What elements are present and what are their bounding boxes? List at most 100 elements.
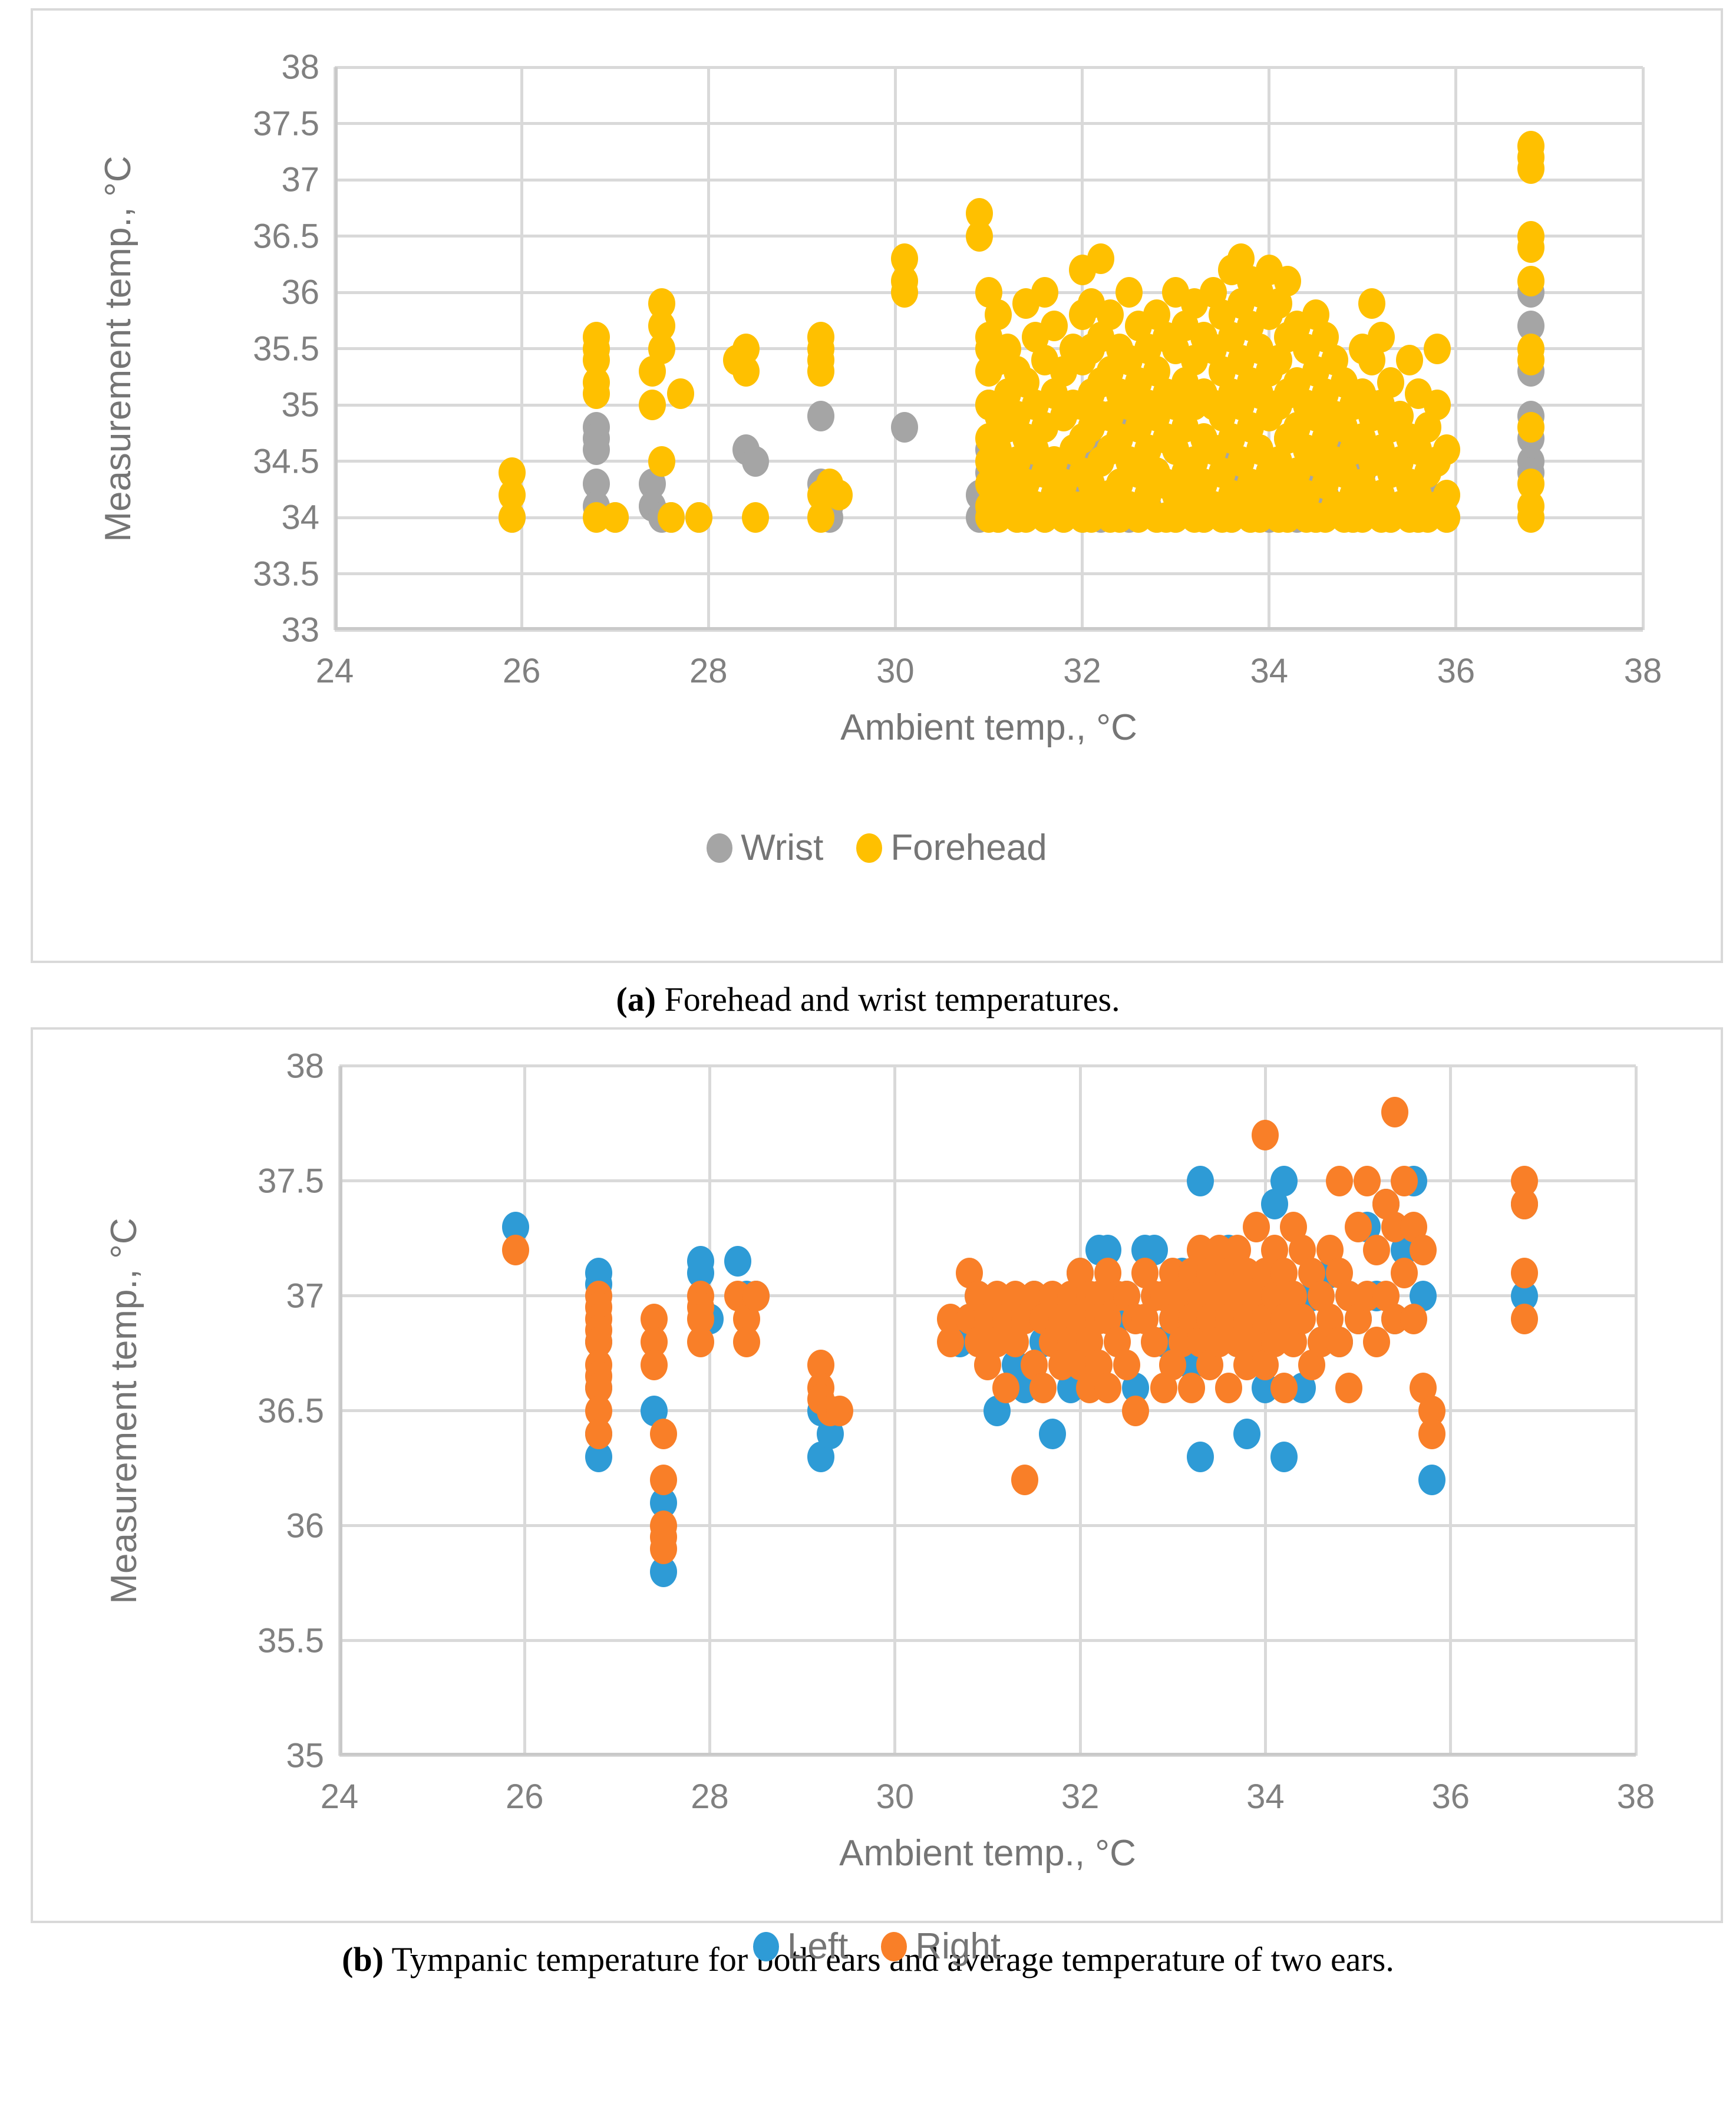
legend-label: Left bbox=[787, 1925, 849, 1967]
scatter-point bbox=[501, 1234, 529, 1265]
scatter-point bbox=[1031, 277, 1059, 308]
scatter-point bbox=[1517, 412, 1544, 443]
scatter-point bbox=[1391, 1257, 1418, 1288]
scatter-point bbox=[1433, 434, 1460, 466]
scatter-point bbox=[1511, 1188, 1539, 1219]
scatter-point bbox=[807, 401, 834, 432]
scatter-point bbox=[937, 1326, 965, 1357]
chart-panel-b: Measurement temp., °C 35 35.5 36 36.5 37 37.5… bbox=[31, 1027, 1723, 1964]
y-axis-tick-label: 33 bbox=[281, 611, 319, 649]
scatter-point bbox=[687, 1326, 714, 1357]
scatter-point bbox=[992, 1372, 1020, 1403]
scatter-point bbox=[966, 220, 994, 252]
scatter-point bbox=[1270, 1441, 1298, 1472]
scatter-point bbox=[733, 1326, 761, 1357]
x-axis-tick-label: 34 bbox=[1250, 652, 1288, 690]
legend-marker-icon bbox=[881, 1931, 907, 1961]
scatter-point bbox=[1511, 1303, 1539, 1334]
x-axis-label-b: Ambient temp., °C bbox=[839, 1832, 1136, 1874]
scatter-point bbox=[1395, 344, 1423, 375]
y-axis-tick-label: 36.5 bbox=[258, 1391, 324, 1430]
legend-marker-icon bbox=[856, 833, 883, 863]
scatter-point bbox=[1029, 1372, 1057, 1403]
legend-item-right[interactable]: Right bbox=[881, 1928, 1001, 1965]
scatter-point bbox=[1517, 502, 1544, 533]
y-axis-tick-label: 35.5 bbox=[258, 1621, 324, 1660]
scatter-point bbox=[639, 390, 666, 420]
scatter-point bbox=[657, 502, 685, 533]
scatter-point bbox=[1252, 1119, 1279, 1150]
legend-b: Left Right bbox=[33, 1928, 1721, 1965]
y-axis-tick-label: 37.5 bbox=[253, 104, 319, 143]
caption-a-label: (a) bbox=[616, 980, 656, 1018]
x-axis-tick-label: 38 bbox=[1616, 1777, 1655, 1816]
scatter-point bbox=[1517, 153, 1544, 184]
scatter-point bbox=[1113, 1349, 1140, 1380]
scatter-point bbox=[724, 1246, 751, 1277]
x-axis-tick-label: 28 bbox=[691, 1777, 729, 1816]
scatter-point bbox=[1011, 1464, 1038, 1495]
scatter-point bbox=[585, 1418, 612, 1449]
legend-item-left[interactable]: Left bbox=[753, 1928, 848, 1965]
y-axis-tick-label: 34.5 bbox=[253, 442, 319, 480]
scatter-point bbox=[741, 446, 769, 477]
scatter-chart-tympanic: Measurement temp., °C 35 35.5 36 36.5 37 37.5… bbox=[33, 1030, 1721, 1964]
scatter-point bbox=[650, 1533, 677, 1564]
scatter-point bbox=[1326, 1165, 1354, 1196]
scatter-point bbox=[1424, 390, 1451, 420]
x-axis-tick-label: 36 bbox=[1437, 652, 1476, 690]
y-axis-tick-label: 37 bbox=[281, 160, 319, 199]
legend-a: Wrist Forehead bbox=[33, 830, 1721, 866]
x-axis-tick-label: 30 bbox=[876, 1777, 915, 1816]
scatter-point bbox=[650, 1418, 677, 1449]
scatter-point bbox=[1115, 277, 1143, 308]
y-axis-tick-label: 33.5 bbox=[253, 555, 319, 593]
plot-area-a bbox=[333, 65, 1645, 632]
scatter-chart-forehead-wrist: Measurement temp., °C 33 33.5 34 34.5 35 35.5… bbox=[33, 11, 1721, 961]
scatter-point bbox=[1363, 1234, 1390, 1265]
caption-a-text: Forehead and wrist temperatures. bbox=[656, 980, 1120, 1018]
legend-item-wrist[interactable]: Wrist bbox=[707, 830, 823, 866]
scatter-point bbox=[1187, 1165, 1214, 1196]
scatter-point bbox=[732, 355, 760, 387]
figure-container: Measurement temp., °C 33 33.5 34 34.5 35 35.5… bbox=[0, 0, 1736, 2117]
data-points-a bbox=[335, 67, 1643, 630]
scatter-point bbox=[984, 299, 1012, 331]
legend-marker-icon bbox=[707, 833, 733, 863]
scatter-point bbox=[648, 333, 675, 364]
scatter-point bbox=[1433, 502, 1460, 533]
scatter-point bbox=[807, 355, 834, 387]
scatter-point bbox=[1358, 288, 1386, 319]
plot-area-b bbox=[338, 1064, 1638, 1757]
scatter-point bbox=[1039, 1418, 1066, 1449]
scatter-point bbox=[1381, 1096, 1409, 1127]
legend-marker-icon bbox=[753, 1931, 779, 1961]
scatter-point bbox=[826, 1395, 853, 1426]
data-points-b bbox=[339, 1066, 1636, 1756]
y-axis-tick-label: 38 bbox=[281, 48, 319, 87]
y-axis-tick-label: 34 bbox=[281, 498, 319, 537]
x-axis-tick-label: 36 bbox=[1431, 1777, 1470, 1816]
y-axis-tick-label: 38 bbox=[286, 1047, 324, 1085]
x-axis-tick-label: 30 bbox=[876, 652, 915, 690]
scatter-point bbox=[1391, 1165, 1418, 1196]
caption-a: (a) Forehead and wrist temperatures. bbox=[0, 963, 1736, 1027]
y-axis-tick-label: 35.5 bbox=[253, 329, 319, 368]
scatter-point bbox=[650, 1464, 677, 1495]
scatter-point bbox=[1187, 1441, 1214, 1472]
scatter-point bbox=[1363, 1326, 1390, 1357]
x-axis-label-a: Ambient temp., °C bbox=[840, 707, 1137, 748]
y-axis-tick-label: 35 bbox=[281, 385, 319, 424]
y-axis-tick-label: 35 bbox=[286, 1736, 324, 1775]
scatter-point bbox=[1326, 1326, 1354, 1357]
scatter-point bbox=[648, 446, 675, 477]
scatter-point bbox=[1270, 1165, 1298, 1196]
scatter-point bbox=[583, 378, 610, 409]
scatter-point bbox=[1517, 232, 1544, 263]
scatter-point bbox=[1122, 1395, 1150, 1426]
x-axis-tick-label: 26 bbox=[506, 1777, 544, 1816]
scatter-point bbox=[601, 502, 629, 533]
legend-item-forehead[interactable]: Forehead bbox=[856, 830, 1047, 866]
scatter-point bbox=[1270, 1372, 1298, 1403]
scatter-point bbox=[891, 277, 919, 308]
